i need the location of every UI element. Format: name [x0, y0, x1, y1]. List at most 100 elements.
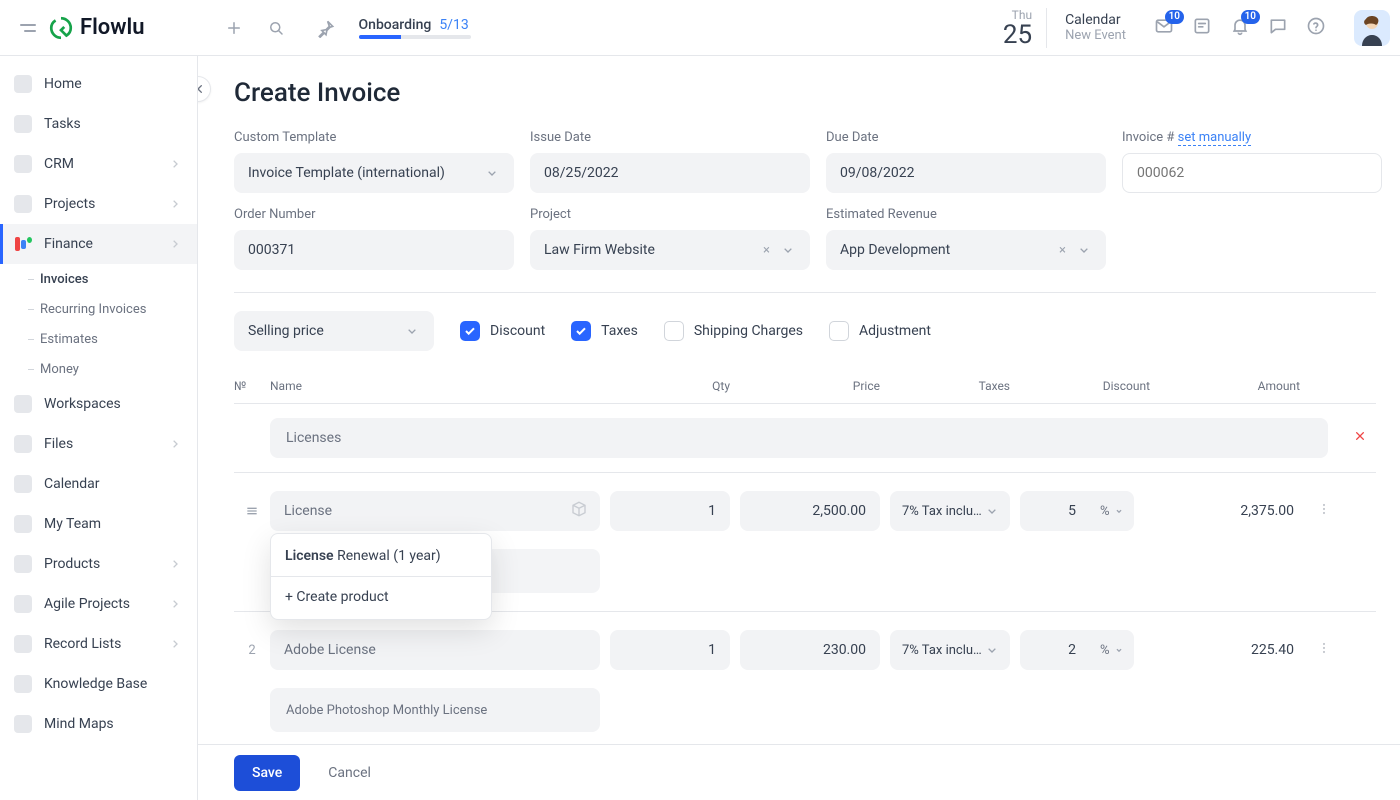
item-name-input[interactable]: License: [270, 491, 600, 531]
discount-input[interactable]: [1020, 491, 1090, 531]
autocomplete-option[interactable]: License Renewal (1 year): [271, 538, 491, 574]
invoice-set-manually-link[interactable]: set manually: [1178, 130, 1251, 146]
date-widget[interactable]: Thu 25: [1003, 8, 1047, 48]
create-product-option[interactable]: + Create product: [271, 579, 491, 615]
due-date-input[interactable]: 09/08/2022: [826, 153, 1106, 193]
brand-logo[interactable]: Flowlu: [48, 15, 145, 41]
row-menu-button[interactable]: [1300, 501, 1348, 521]
kebab-icon: [1316, 501, 1332, 517]
discount-unit-select[interactable]: %: [1090, 630, 1134, 670]
checkbox-icon: [571, 321, 591, 341]
item-name-value: License: [284, 503, 332, 519]
close-icon: [1352, 428, 1368, 444]
discount-check-label: Discount: [490, 323, 545, 339]
sidebar-item-workspaces[interactable]: Workspaces: [0, 384, 197, 424]
project-select[interactable]: Law Firm Website ×: [530, 230, 810, 270]
notes-button[interactable]: [1192, 16, 1212, 40]
sidebar-item-mind-maps[interactable]: Mind Maps: [0, 704, 197, 744]
help-button[interactable]: [1306, 16, 1326, 40]
chevron-down-icon: [484, 165, 500, 181]
onboarding-widget[interactable]: Onboarding 5/13: [359, 17, 471, 39]
sidebar-item-tasks[interactable]: Tasks: [0, 104, 197, 144]
chevron-down-icon: [1076, 242, 1092, 258]
section-name-input[interactable]: Licenses: [270, 418, 1328, 458]
menu-toggle[interactable]: [12, 16, 36, 40]
row-menu-button[interactable]: [1300, 640, 1348, 660]
chevron-down-icon: [404, 323, 420, 339]
price-input[interactable]: [740, 630, 880, 670]
sidebar-item-my-team[interactable]: My Team: [0, 504, 197, 544]
sidebar-item-projects[interactable]: Projects: [0, 184, 197, 224]
close-panel-button[interactable]: [198, 76, 211, 102]
description-value: Adobe Photoshop Monthly License: [286, 703, 487, 718]
qty-input[interactable]: [610, 491, 730, 531]
cancel-button[interactable]: Cancel: [322, 764, 377, 782]
issue-date-input[interactable]: 08/25/2022: [530, 153, 810, 193]
adjustment-checkbox[interactable]: Adjustment: [829, 321, 931, 341]
sidebar-item-label: Knowledge Base: [44, 676, 147, 692]
nav-icon: [14, 595, 32, 613]
col-discount: Discount: [1010, 379, 1150, 393]
sidebar-item-label: Mind Maps: [44, 716, 114, 732]
taxes-checkbox[interactable]: Taxes: [571, 321, 638, 341]
add-button[interactable]: [217, 11, 251, 45]
sidebar-item-label: CRM: [44, 156, 74, 172]
discount-input[interactable]: [1020, 630, 1090, 670]
qty-input[interactable]: [610, 630, 730, 670]
sidebar-subitem-money[interactable]: Money: [0, 354, 197, 384]
due-date-value: 09/08/2022: [840, 165, 915, 181]
inbox-button[interactable]: 10: [1154, 16, 1174, 40]
project-clear[interactable]: ×: [763, 243, 770, 258]
chevron-right-icon: [167, 556, 183, 572]
pin-button[interactable]: [309, 11, 343, 45]
price-input[interactable]: [740, 491, 880, 531]
chat-button[interactable]: [1268, 16, 1288, 40]
section-delete-button[interactable]: [1352, 428, 1368, 448]
order-number-label: Order Number: [234, 207, 514, 222]
nav-icon: [14, 475, 32, 493]
shipping-checkbox[interactable]: Shipping Charges: [664, 321, 803, 341]
sidebar-item-files[interactable]: Files: [0, 424, 197, 464]
item-name-input[interactable]: Adobe License: [270, 630, 600, 670]
chevron-down-icon: [1114, 645, 1124, 655]
chevron-right-icon: [167, 236, 183, 252]
inbox-badge: 10: [1165, 10, 1184, 24]
sidebar-item-crm[interactable]: CRM: [0, 144, 197, 184]
sidebar-item-agile-projects[interactable]: Agile Projects: [0, 584, 197, 624]
sidebar-item-home[interactable]: Home: [0, 64, 197, 104]
discount-checkbox[interactable]: Discount: [460, 321, 545, 341]
drag-handle[interactable]: [234, 503, 270, 519]
order-number-input[interactable]: 000371: [234, 230, 514, 270]
tax-select[interactable]: 7% Tax inclu…: [890, 630, 1010, 670]
onboarding-title: Onboarding: [359, 17, 432, 33]
sidebar-subitem-estimates[interactable]: Estimates: [0, 324, 197, 354]
notes-icon: [1192, 16, 1212, 36]
section-name: Licenses: [286, 430, 341, 446]
price-type-select[interactable]: Selling price: [234, 311, 434, 351]
save-button[interactable]: Save: [234, 755, 300, 791]
sidebar-item-label: Files: [44, 436, 73, 452]
template-select[interactable]: Invoice Template (international): [234, 153, 514, 193]
sidebar-item-calendar[interactable]: Calendar: [0, 464, 197, 504]
revenue-select[interactable]: App Development ×: [826, 230, 1106, 270]
item-name-cell: Adobe License: [270, 630, 600, 670]
notifications-button[interactable]: 10: [1230, 16, 1250, 40]
sidebar-item-products[interactable]: Products: [0, 544, 197, 584]
search-button[interactable]: [259, 11, 293, 45]
user-avatar[interactable]: [1354, 10, 1390, 46]
revenue-clear[interactable]: ×: [1059, 243, 1066, 258]
tax-select[interactable]: 7% Tax inclu…: [890, 491, 1010, 531]
col-name: Name: [270, 379, 600, 393]
calendar-label[interactable]: Calendar: [1065, 12, 1126, 28]
sidebar-item-finance[interactable]: Finance: [0, 224, 197, 264]
sidebar-item-record-lists[interactable]: Record Lists: [0, 624, 197, 664]
sidebar-item-knowledge-base[interactable]: Knowledge Base: [0, 664, 197, 704]
invoice-number-input[interactable]: [1122, 153, 1382, 193]
description-input[interactable]: Adobe Photoshop Monthly License: [270, 688, 600, 732]
calendar-new-event[interactable]: New Event: [1065, 28, 1126, 43]
discount-unit-select[interactable]: %: [1090, 491, 1134, 531]
help-icon: [1306, 16, 1326, 36]
sidebar-subitem-recurring-invoices[interactable]: Recurring Invoices: [0, 294, 197, 324]
product-picker-button[interactable]: [570, 500, 588, 522]
sidebar-subitem-invoices[interactable]: Invoices: [0, 264, 197, 294]
